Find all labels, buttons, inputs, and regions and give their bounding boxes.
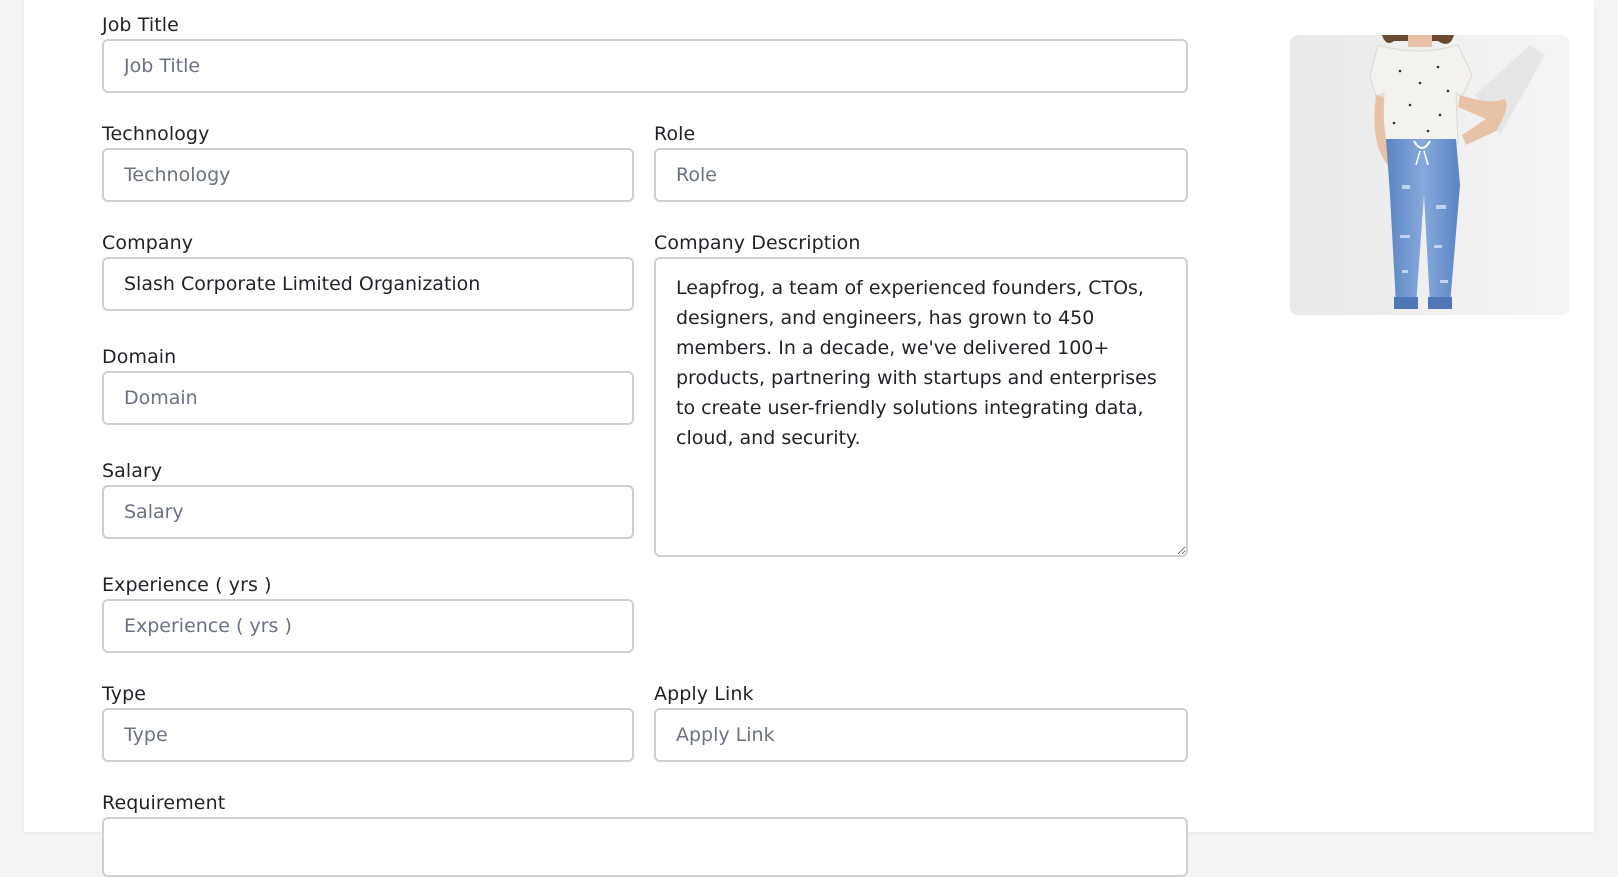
domain-field: Domain bbox=[102, 345, 634, 425]
apply-link-label: Apply Link bbox=[654, 683, 754, 705]
role-input[interactable] bbox=[654, 148, 1188, 202]
apply-link-input[interactable] bbox=[654, 708, 1188, 762]
job-title-label: Job Title bbox=[102, 14, 179, 36]
company-label: Company bbox=[102, 232, 194, 254]
company-description-field: Company Description Leapfrog, a team of … bbox=[654, 231, 1188, 557]
technology-field: Technology bbox=[102, 122, 634, 202]
company-input[interactable] bbox=[102, 257, 634, 311]
role-field: Role bbox=[654, 122, 1188, 202]
company-field: Company bbox=[102, 231, 634, 311]
experience-label: Experience ( yrs ) bbox=[102, 574, 272, 596]
company-description-label: Company Description bbox=[654, 232, 861, 254]
product-photo bbox=[1290, 35, 1570, 315]
technology-input[interactable] bbox=[102, 148, 634, 202]
domain-input[interactable] bbox=[102, 371, 634, 425]
apply-link-field: Apply Link bbox=[654, 682, 1188, 762]
job-title-field: Job Title bbox=[102, 13, 1188, 93]
product-photo-icon bbox=[1290, 35, 1570, 315]
salary-label: Salary bbox=[102, 460, 163, 482]
salary-input[interactable] bbox=[102, 485, 634, 539]
role-label: Role bbox=[654, 123, 696, 145]
salary-field: Salary bbox=[102, 459, 634, 539]
requirement-input[interactable] bbox=[102, 817, 1188, 877]
company-description-textarea[interactable]: Leapfrog, a team of experienced founders… bbox=[654, 257, 1188, 557]
job-title-input[interactable] bbox=[102, 39, 1188, 93]
type-input[interactable] bbox=[102, 708, 634, 762]
type-label: Type bbox=[102, 683, 147, 705]
technology-label: Technology bbox=[102, 123, 210, 145]
experience-input[interactable] bbox=[102, 599, 634, 653]
experience-field: Experience ( yrs ) bbox=[102, 573, 634, 653]
domain-label: Domain bbox=[102, 346, 177, 368]
type-field: Type bbox=[102, 682, 634, 762]
requirement-label: Requirement bbox=[102, 792, 226, 814]
job-form-page: Job Title Technology Role Company Compan… bbox=[24, 0, 1594, 877]
requirement-field: Requirement bbox=[102, 791, 1188, 877]
